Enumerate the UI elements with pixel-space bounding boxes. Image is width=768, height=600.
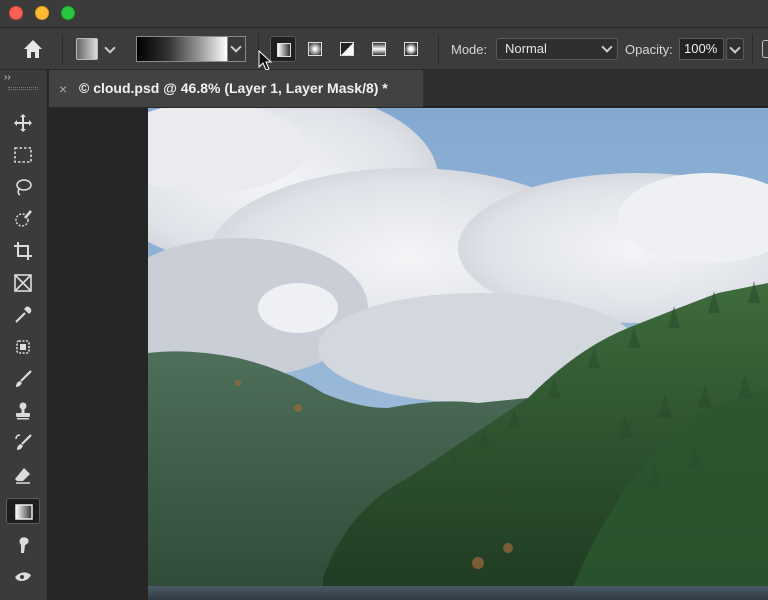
separator <box>438 34 439 64</box>
tool-preset-picker[interactable] <box>76 38 98 60</box>
blend-mode-value: Normal <box>505 41 547 56</box>
history-brush-tool[interactable] <box>6 430 40 456</box>
mode-label: Mode: <box>451 42 488 57</box>
separator <box>752 34 753 64</box>
stamp-icon <box>16 402 30 420</box>
eyedropper-tool[interactable] <box>6 302 40 328</box>
linear-gradient-icon <box>277 43 291 57</box>
gradient-editor-swatch[interactable] <box>136 36 228 62</box>
cursor-arrow-icon <box>258 50 272 71</box>
bandage-icon <box>16 340 30 354</box>
gradient-tool[interactable] <box>6 498 40 524</box>
options-bar: Mode: Normal Opacity: 100% <box>0 28 768 71</box>
angle-gradient-button[interactable] <box>334 36 360 62</box>
diamond-gradient-button[interactable] <box>398 36 424 62</box>
chevron-down-icon[interactable] <box>104 42 116 54</box>
smudge-tool[interactable] <box>6 532 40 558</box>
lasso-tool[interactable] <box>6 174 40 200</box>
smudge-icon <box>19 537 29 553</box>
window-titlebar <box>0 0 768 28</box>
marquee-tool[interactable] <box>6 142 40 168</box>
brush-tool[interactable] <box>6 366 40 392</box>
marquee-icon <box>14 147 32 163</box>
diamond-gradient-icon <box>404 42 418 56</box>
document-tab[interactable]: × © cloud.psd @ 46.8% (Layer 1, Layer Ma… <box>49 70 423 107</box>
brush-icon <box>16 370 32 387</box>
quick-selection-icon <box>15 210 32 227</box>
quick-selection-tool[interactable] <box>6 206 40 232</box>
panel-grip[interactable] <box>8 87 38 90</box>
window-maximize-button[interactable] <box>61 6 75 20</box>
clone-stamp-tool[interactable] <box>6 398 40 424</box>
pasteboard <box>49 108 148 600</box>
gradient-picker-dropdown[interactable] <box>228 36 246 62</box>
opacity-label: Opacity: <box>625 42 673 57</box>
home-icon[interactable] <box>22 38 44 60</box>
tools-panel: ›› <box>0 70 48 600</box>
history-brush-icon <box>15 434 32 450</box>
crop-tool[interactable] <box>6 238 40 264</box>
close-tab-icon[interactable]: × <box>59 81 67 97</box>
dodge-tool[interactable] <box>6 564 40 590</box>
move-icon <box>14 114 32 132</box>
collapse-panel-button[interactable]: ›› <box>4 72 11 83</box>
radial-gradient-icon <box>308 42 322 56</box>
document-tab-title: © cloud.psd @ 46.8% (Layer 1, Layer Mask… <box>79 80 388 96</box>
linear-gradient-button[interactable] <box>270 36 296 62</box>
window-close-button[interactable] <box>9 6 23 20</box>
eraser-tool[interactable] <box>6 462 40 488</box>
window-minimize-button[interactable] <box>35 6 49 20</box>
reflected-gradient-button[interactable] <box>366 36 392 62</box>
gradient-icon <box>15 504 33 520</box>
chevron-down-icon <box>601 41 613 53</box>
frame-icon <box>14 274 32 292</box>
canvas-image <box>148 108 768 600</box>
angle-gradient-icon <box>340 42 354 56</box>
opacity-dropdown[interactable] <box>726 38 744 60</box>
radial-gradient-button[interactable] <box>302 36 328 62</box>
blend-mode-select[interactable]: Normal <box>496 38 618 60</box>
frame-tool[interactable] <box>6 270 40 296</box>
crop-icon <box>14 242 32 260</box>
dodge-icon <box>15 572 31 581</box>
spot-healing-tool[interactable] <box>6 334 40 360</box>
eyedropper-icon <box>15 306 32 323</box>
document-tab-bar: × © cloud.psd @ 46.8% (Layer 1, Layer Ma… <box>49 70 768 107</box>
eraser-icon <box>15 468 30 484</box>
opacity-input[interactable]: 100% <box>679 38 724 60</box>
move-tool[interactable] <box>6 110 40 136</box>
options-overflow-icon[interactable] <box>762 40 768 58</box>
separator <box>62 34 63 64</box>
document-canvas[interactable] <box>148 108 768 600</box>
lasso-icon <box>16 179 32 196</box>
reflected-gradient-icon <box>372 42 386 56</box>
